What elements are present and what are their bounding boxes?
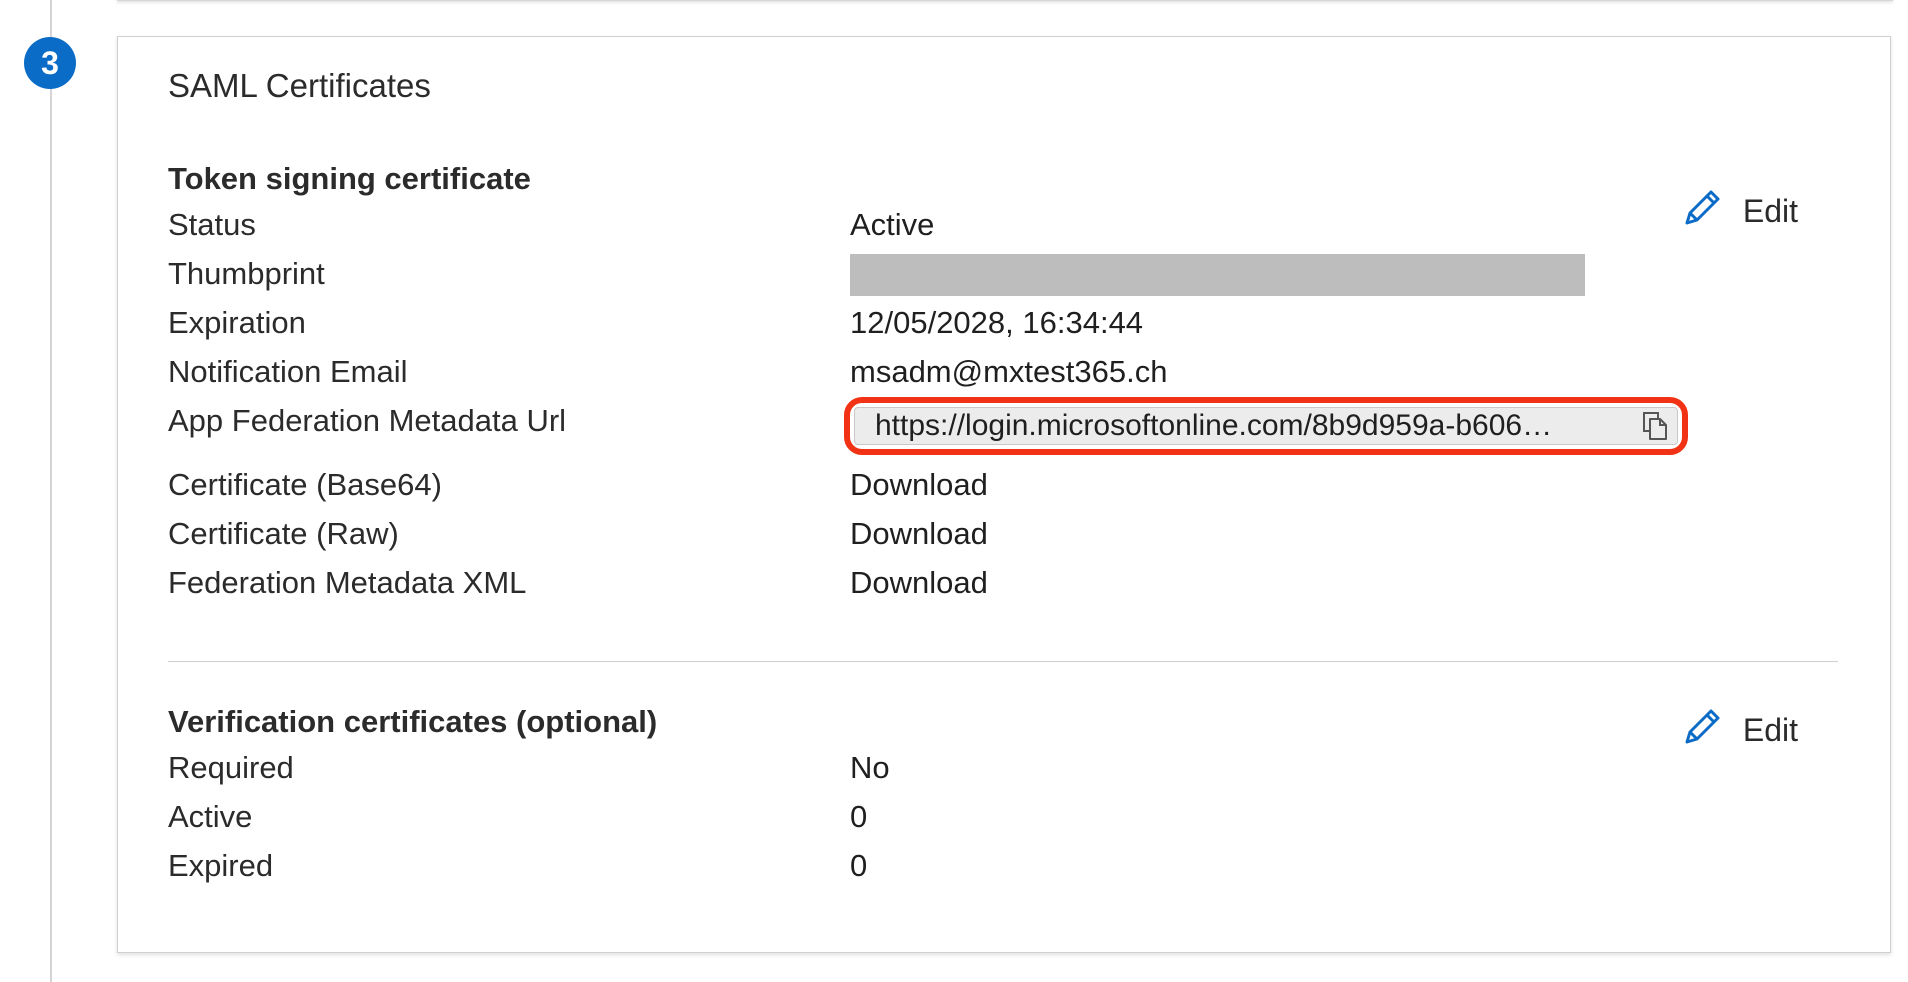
cert-raw-download-link[interactable]: Download — [850, 516, 988, 552]
token-signing-heading: Token signing certificate — [168, 161, 531, 196]
edit-label: Edit — [1742, 711, 1798, 748]
step-number-badge: 3 — [24, 37, 76, 89]
cert-base64-download-link[interactable]: Download — [850, 467, 988, 503]
active-label: Active — [168, 799, 253, 834]
notification-email-label: Notification Email — [168, 354, 408, 389]
saml-certificates-card: SAML Certificates Token signing certific… — [117, 36, 1891, 953]
step-timeline — [50, 0, 52, 982]
required-row: Required No — [168, 746, 1838, 795]
verification-heading: Verification certificates (optional) — [168, 704, 658, 739]
required-label: Required — [168, 750, 294, 785]
status-value: Active — [850, 207, 935, 242]
cert-base64-label: Certificate (Base64) — [168, 467, 442, 502]
expiration-label: Expiration — [168, 305, 306, 340]
thumbprint-redacted-value — [850, 254, 1585, 296]
federation-xml-download-link[interactable]: Download — [850, 565, 988, 601]
expired-row: Expired 0 — [168, 844, 1838, 893]
status-label: Status — [168, 207, 256, 242]
page: 3 SAML Certificates Token signing certif… — [0, 0, 1908, 982]
federation-xml-row: Federation Metadata XML Download — [168, 561, 1838, 610]
thumbprint-label: Thumbprint — [168, 256, 325, 291]
cert-raw-row: Certificate (Raw) Download — [168, 512, 1838, 561]
metadata-url-row: App Federation Metadata Url https://logi… — [168, 397, 1838, 463]
federation-xml-label: Federation Metadata XML — [168, 565, 527, 600]
metadata-url-value[interactable]: https://login.microsoftonline.com/8b9d95… — [855, 409, 1633, 443]
active-row: Active 0 — [168, 795, 1838, 844]
card-title: SAML Certificates — [168, 67, 431, 104]
notification-email-row: Notification Email msadm@mxtest365.ch — [168, 350, 1838, 399]
verification-section: Verification certificates (optional) Edi… — [168, 704, 1838, 893]
expired-label: Expired — [168, 848, 274, 883]
copy-icon[interactable] — [1633, 411, 1677, 441]
metadata-url-label: App Federation Metadata Url — [168, 403, 567, 438]
expiration-value: 12/05/2028, 16:34:44 — [850, 305, 1144, 340]
metadata-url-field[interactable]: https://login.microsoftonline.com/8b9d95… — [854, 407, 1678, 445]
previous-card — [117, 0, 1893, 1]
cert-raw-label: Certificate (Raw) — [168, 516, 399, 551]
notification-email-value: msadm@mxtest365.ch — [850, 354, 1168, 389]
required-value: No — [850, 750, 890, 785]
thumbprint-row: Thumbprint — [168, 252, 1838, 301]
token-signing-section: Token signing certificate Edit Status Ac… — [168, 161, 1838, 610]
cert-base64-row: Certificate (Base64) Download — [168, 463, 1838, 512]
active-value: 0 — [850, 799, 868, 834]
section-divider — [168, 661, 1838, 662]
metadata-url-highlight: https://login.microsoftonline.com/8b9d95… — [844, 397, 1688, 455]
expired-value: 0 — [850, 848, 868, 883]
expiration-row: Expiration 12/05/2028, 16:34:44 — [168, 301, 1838, 350]
status-row: Status Active — [168, 203, 1838, 252]
